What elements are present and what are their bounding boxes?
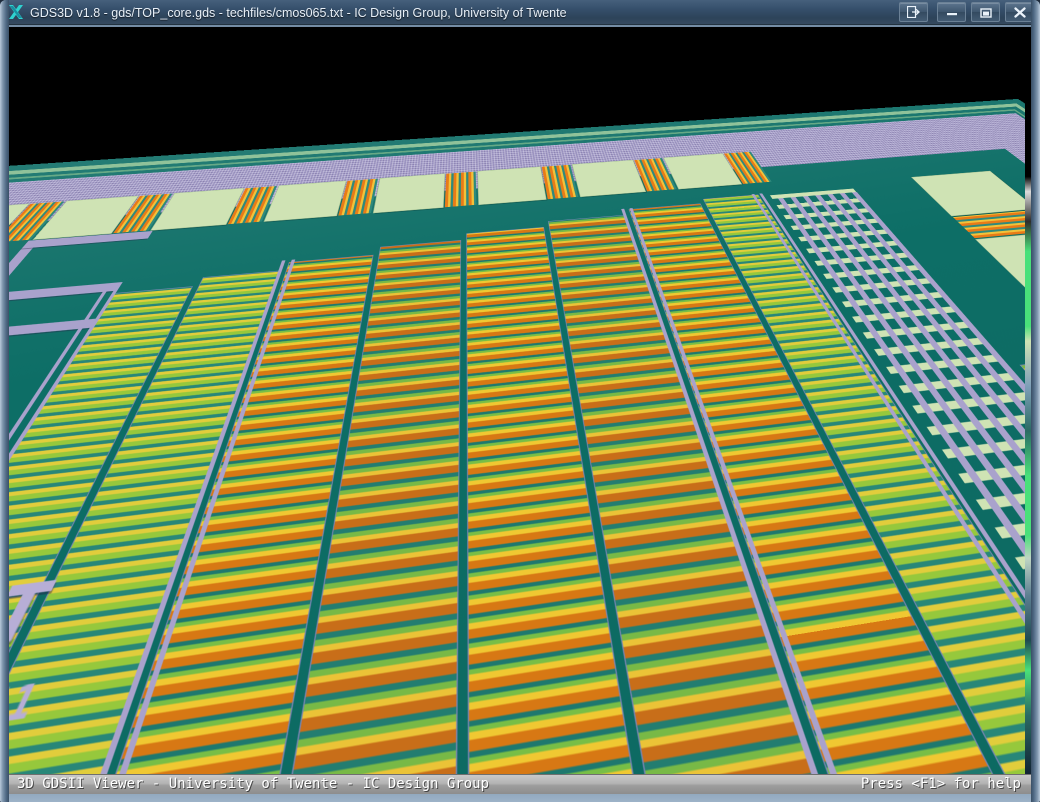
status-right-text: Press <F1> for help: [861, 776, 1021, 793]
window-controls: [899, 2, 1034, 23]
bond-pad: [374, 174, 445, 213]
status-left-text: 3D GDSII Viewer - University of Twente -…: [17, 776, 489, 793]
pad-ring-right: [9, 27, 1016, 117]
application-window: GDS3D v1.8 - gds/TOP_core.gds - techfile…: [0, 0, 1040, 802]
gds3d-x-icon: [7, 3, 25, 21]
gds3d-3d-viewport[interactable]: 1 UTACCEPT 2011 ®: [9, 27, 1031, 775]
window-title: GDS3D v1.8 - gds/TOP_core.gds - techfile…: [30, 4, 567, 22]
window-border-left: [0, 0, 9, 802]
ic-die: 1 UTACCEPT 2011 ®: [9, 27, 1031, 170]
pad-via-comb: [445, 172, 477, 208]
bond-pad: [478, 167, 546, 205]
detach-button[interactable]: [899, 2, 928, 22]
bond-pad: [572, 160, 645, 196]
status-bar: 3D GDSII Viewer - University of Twente -…: [9, 774, 1031, 794]
window-border-right: [1031, 0, 1040, 802]
minimize-button[interactable]: [937, 2, 966, 22]
perspective-stage: 1 UTACCEPT 2011 ®: [9, 27, 1031, 775]
close-button[interactable]: [1005, 2, 1034, 22]
render-surface: 1 UTACCEPT 2011 ®: [9, 27, 1031, 775]
title-bar[interactable]: GDS3D v1.8 - gds/TOP_core.gds - techfile…: [0, 0, 1040, 25]
maximize-button[interactable]: [971, 2, 1000, 22]
